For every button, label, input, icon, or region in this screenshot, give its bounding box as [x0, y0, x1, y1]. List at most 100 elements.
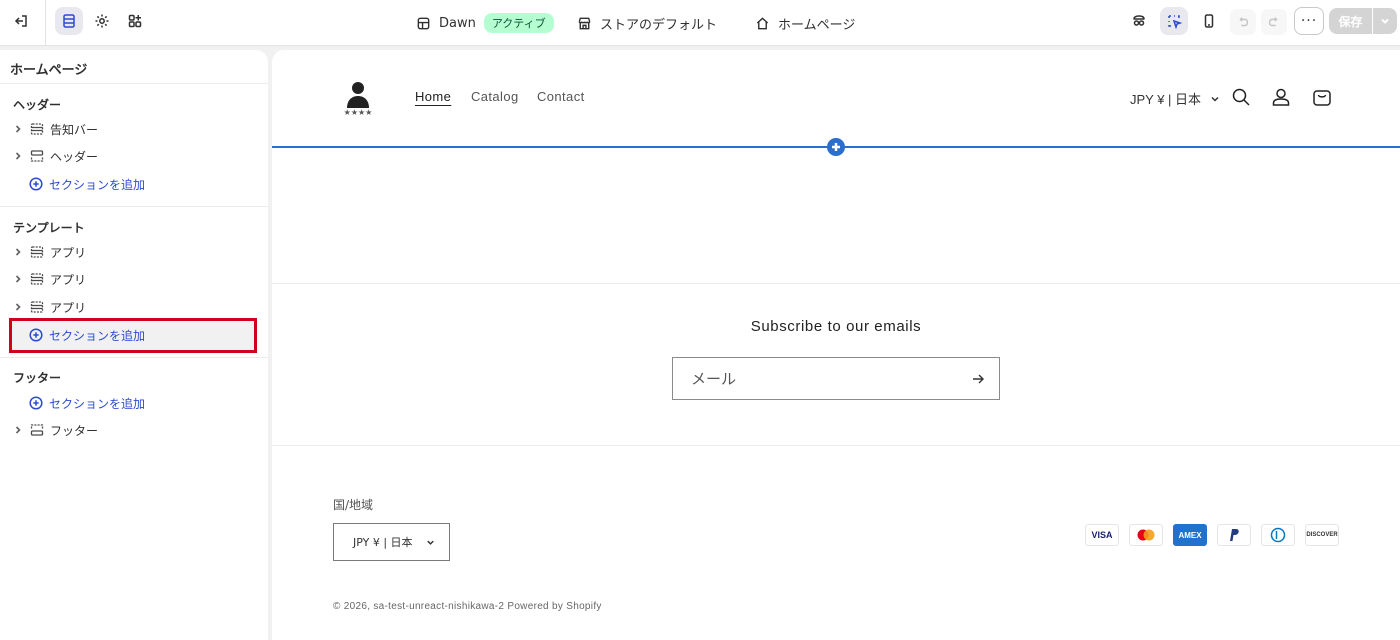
sidebar-title: ホームページ: [10, 63, 88, 78]
discover-label: DISCOVER: [1306, 532, 1338, 538]
home-icon: [756, 16, 769, 29]
store-logo[interactable]: ★★★★: [338, 78, 378, 118]
store-icon: [578, 17, 591, 29]
plus-circle-icon: [29, 177, 43, 191]
redo-icon[interactable]: [1261, 9, 1287, 35]
arrow-right-icon[interactable]: [971, 372, 985, 386]
amex-label: AMEX: [1178, 530, 1202, 540]
visa-label: VISA: [1091, 530, 1113, 540]
currency-selector[interactable]: JPY ¥ | 日本: [1130, 89, 1221, 108]
add-section-label: セクションを追加: [49, 328, 146, 343]
country-selector[interactable]: JPY ¥ | 日本: [333, 523, 450, 561]
nav-contact-link[interactable]: Contact: [537, 89, 585, 104]
newsletter-heading: Subscribe to our emails: [750, 318, 922, 335]
store-preview: ★★★★ Home Catalog Contact JPY ¥ | 日本 Sub…: [272, 50, 1400, 640]
nav-catalog-link[interactable]: Catalog: [471, 89, 519, 104]
more-actions-button[interactable]: ···: [1294, 7, 1324, 35]
divider: [272, 283, 1400, 284]
group-template-title: テンプレート: [13, 221, 85, 235]
footer-layout-icon: [30, 424, 44, 436]
header-layout-icon: [30, 150, 44, 162]
sections-icon[interactable]: [55, 7, 83, 35]
plus-icon: [832, 143, 840, 151]
section-label: 告知バー: [50, 122, 99, 137]
diners-icon: [1261, 524, 1295, 546]
logo-caption: ★★★★: [344, 108, 373, 117]
chevron-right-icon[interactable]: [12, 123, 24, 135]
add-section-footer-button[interactable]: セクションを追加: [29, 392, 145, 414]
inspector-icon[interactable]: [1125, 7, 1153, 35]
section-app-1[interactable]: アプリ: [12, 241, 86, 263]
select-cursor-icon[interactable]: [1160, 7, 1188, 35]
group-footer-title: フッター: [13, 371, 62, 385]
section-label: アプリ: [50, 272, 87, 287]
page-selector[interactable]: ホームページ: [755, 0, 855, 46]
currency-label: JPY ¥ | 日本: [1130, 92, 1202, 107]
add-section-template-button[interactable]: セクションを追加: [29, 324, 145, 346]
chevron-right-icon[interactable]: [12, 273, 24, 285]
section-layout-icon: [30, 301, 44, 313]
section-layout-icon: [30, 273, 44, 285]
add-section-label: セクションを追加: [49, 177, 146, 192]
nav-home-link[interactable]: Home: [415, 89, 451, 104]
visa-icon: VISA: [1085, 524, 1119, 546]
theme-name: Dawn: [439, 15, 476, 31]
section-header[interactable]: ヘッダー: [12, 145, 98, 167]
save-button[interactable]: 保存: [1329, 8, 1372, 34]
topbar-divider: [45, 0, 46, 46]
section-label: フッター: [50, 423, 99, 438]
section-announcement-bar[interactable]: 告知バー: [12, 118, 98, 140]
email-field[interactable]: メール: [672, 357, 1000, 400]
account-icon[interactable]: [1270, 86, 1292, 108]
page-selector-label: ホームページ: [778, 17, 856, 33]
theme-settings-gear-icon[interactable]: [88, 7, 116, 35]
theme-icon: [417, 17, 430, 29]
section-label: ヘッダー: [50, 149, 99, 164]
insert-section-button[interactable]: [827, 138, 845, 156]
section-layout-icon: [30, 123, 44, 135]
email-placeholder: メール: [691, 370, 737, 388]
divider: [0, 206, 268, 207]
sections-sidebar: ホームページ ヘッダー 告知バー ヘッダー セクションを追加 テンプレート アプ…: [0, 50, 268, 640]
section-app-3[interactable]: アプリ: [12, 296, 86, 318]
section-label: アプリ: [50, 245, 87, 260]
editor-topbar: Dawn アクティブ ストアのデフォルト ホームページ ··· 保存: [0, 0, 1400, 46]
section-footer[interactable]: フッター: [12, 419, 98, 441]
section-app-2[interactable]: アプリ: [12, 268, 86, 290]
group-header-title: ヘッダー: [13, 98, 62, 112]
cart-icon[interactable]: [1311, 86, 1333, 108]
undo-icon[interactable]: [1230, 9, 1256, 35]
country-label: 国/地域: [333, 498, 374, 512]
discover-icon: DISCOVER: [1305, 524, 1339, 546]
plus-circle-icon: [29, 396, 43, 410]
store-default-label: ストアのデフォルト: [600, 17, 718, 33]
add-section-label: セクションを追加: [49, 396, 146, 411]
chevron-down-icon: [1381, 18, 1389, 24]
save-options-button[interactable]: [1373, 8, 1397, 34]
chevron-down-icon: [1211, 96, 1219, 102]
chevron-right-icon[interactable]: [12, 301, 24, 313]
context-selector[interactable]: ストアのデフォルト: [577, 0, 717, 46]
chevron-down-icon: [426, 540, 434, 545]
plus-circle-icon: [29, 328, 43, 342]
amex-icon: AMEX: [1173, 524, 1207, 546]
chevron-right-icon[interactable]: [12, 246, 24, 258]
add-section-header-button[interactable]: セクションを追加: [29, 173, 145, 195]
search-icon[interactable]: [1230, 86, 1252, 108]
country-value: JPY ¥ | 日本: [353, 536, 413, 549]
chevron-right-icon[interactable]: [12, 424, 24, 436]
paypal-icon: [1217, 524, 1251, 546]
divider: [0, 83, 268, 84]
mobile-preview-icon[interactable]: [1195, 7, 1223, 35]
copyright-text: © 2026, sa-test-unreact-nishikawa-2 Powe…: [333, 601, 602, 612]
section-label: アプリ: [50, 300, 87, 315]
theme-status-badge: アクティブ: [483, 13, 554, 33]
exit-icon[interactable]: [7, 7, 35, 35]
apps-icon[interactable]: [121, 7, 149, 35]
mastercard-icon: [1129, 524, 1163, 546]
section-layout-icon: [30, 246, 44, 258]
divider: [0, 357, 268, 358]
theme-selector[interactable]: Dawn アクティブ: [416, 0, 554, 46]
chevron-right-icon[interactable]: [12, 150, 24, 162]
divider: [272, 445, 1400, 446]
